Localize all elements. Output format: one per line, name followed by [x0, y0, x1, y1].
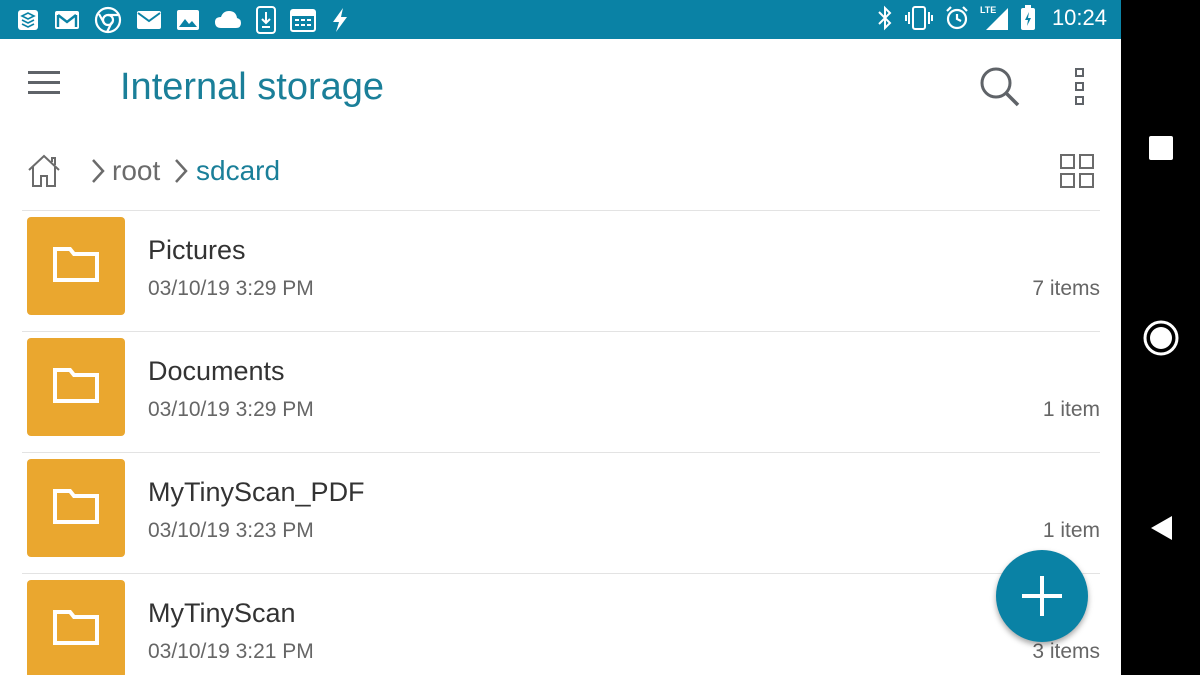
- folder-icon: [53, 368, 99, 403]
- file-list: Pictures 03/10/19 3:29 PM 7 items Docume…: [22, 210, 1100, 675]
- recent-apps-button[interactable]: [1121, 134, 1200, 162]
- bluetooth-icon: [878, 5, 892, 31]
- circle-icon: [1143, 320, 1178, 356]
- page-title: Internal storage: [120, 66, 385, 108]
- home-button[interactable]: [26, 153, 62, 189]
- chrome-icon: [94, 6, 122, 34]
- back-button[interactable]: [1121, 513, 1200, 543]
- alarm-icon: [946, 6, 968, 30]
- breadcrumb-item-current[interactable]: sdcard: [196, 155, 280, 187]
- app-bar: Internal storage: [0, 39, 1121, 135]
- file-name: Documents: [148, 356, 285, 386]
- search-icon: [980, 67, 1020, 107]
- grid-view-button[interactable]: [1059, 153, 1095, 189]
- folder-thumbnail: [27, 459, 125, 557]
- vibrate-icon: [904, 6, 933, 30]
- chevron-right-icon: [92, 159, 105, 183]
- folder-icon: [53, 610, 99, 645]
- status-bar: LTE 10:24: [0, 0, 1121, 39]
- folder-icon: [53, 489, 99, 524]
- file-name: MyTinyScan: [148, 598, 296, 628]
- folder-icon: [53, 247, 99, 282]
- square-icon: [1148, 136, 1173, 160]
- add-button[interactable]: [996, 550, 1088, 642]
- system-icons: LTE 10:24: [876, 5, 1107, 31]
- home-nav-button[interactable]: [1121, 318, 1200, 358]
- folder-thumbnail: [27, 580, 125, 675]
- breadcrumb: root sdcard: [0, 135, 1121, 210]
- list-item[interactable]: MyTinyScan 03/10/19 3:21 PM 3 items: [22, 573, 1100, 675]
- clock: 10:24: [1051, 5, 1107, 30]
- calendar-icon: [290, 9, 316, 32]
- file-date: 03/10/19 3:23 PM: [148, 519, 314, 542]
- file-name: MyTinyScan_PDF: [148, 477, 365, 507]
- folder-thumbnail: [27, 217, 125, 315]
- menu-button[interactable]: [26, 69, 62, 97]
- list-item[interactable]: Documents 03/10/19 3:29 PM 1 item: [22, 331, 1100, 452]
- system-navigation-bar: [1121, 0, 1200, 675]
- download-icon: [256, 6, 276, 34]
- cloud-icon: [215, 11, 241, 28]
- notification-icons: [16, 6, 350, 34]
- file-date: 03/10/19 3:29 PM: [148, 277, 314, 300]
- more-options-button[interactable]: [1066, 65, 1096, 109]
- mail-icon: [137, 11, 161, 29]
- item-count: 3 items: [1032, 640, 1100, 663]
- photo-icon: [177, 10, 199, 30]
- battery-charging-icon: [1020, 5, 1035, 30]
- gmail-icon: [55, 11, 79, 29]
- item-count: 1 item: [1042, 519, 1100, 542]
- list-item[interactable]: MyTinyScan_PDF 03/10/19 3:23 PM 1 item: [22, 452, 1100, 573]
- file-date: 03/10/19 3:29 PM: [148, 398, 314, 421]
- folder-thumbnail: [27, 338, 125, 436]
- file-date: 03/10/19 3:21 PM: [148, 640, 314, 663]
- item-count: 7 items: [1032, 277, 1100, 300]
- lte-signal-icon: LTE: [980, 5, 1010, 31]
- breadcrumb-item-root[interactable]: root: [112, 155, 160, 187]
- chevron-right-icon: [175, 159, 188, 183]
- item-count: 1 item: [1042, 398, 1100, 421]
- layers-icon: [18, 10, 38, 30]
- search-button[interactable]: [978, 65, 1022, 109]
- back-triangle-icon: [1150, 516, 1172, 540]
- file-manager-screen: LTE 10:24 Internal storage root sdcard P…: [0, 0, 1121, 675]
- file-name: Pictures: [148, 235, 246, 265]
- list-item[interactable]: Pictures 03/10/19 3:29 PM 7 items: [22, 210, 1100, 331]
- bolt-icon: [333, 8, 347, 32]
- plus-icon: [1040, 576, 1044, 616]
- home-icon: [28, 154, 60, 187]
- grid-view-icon: [1060, 154, 1094, 188]
- more-vertical-icon: [1075, 68, 1084, 105]
